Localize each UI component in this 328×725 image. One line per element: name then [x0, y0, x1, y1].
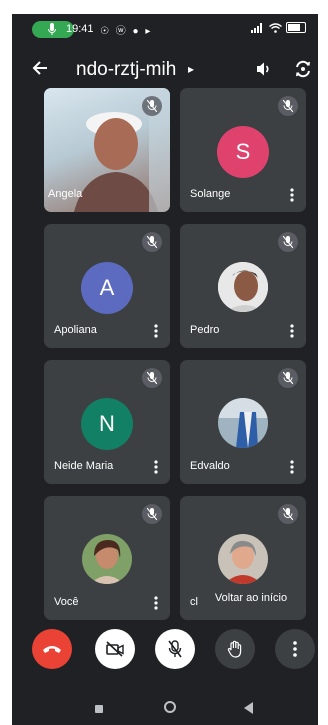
raise-hand-icon — [227, 640, 242, 658]
avatar: N — [81, 398, 133, 450]
mic-off-icon — [283, 508, 293, 520]
muted-badge — [278, 96, 298, 116]
back-triangle-icon[interactable] — [244, 702, 253, 714]
avatar: S — [217, 126, 269, 178]
participant-name: Pedro — [190, 324, 220, 336]
meeting-code[interactable]: ndo-rztj-mih — [76, 59, 176, 81]
more-vert-icon[interactable] — [154, 324, 158, 338]
system-icons — [251, 22, 306, 33]
android-nav-bar — [12, 684, 318, 725]
avatar — [82, 534, 132, 584]
mic-off-icon — [147, 508, 157, 520]
more-vert-icon[interactable] — [154, 460, 158, 474]
participant-tile-pedro[interactable]: Pedro — [180, 224, 306, 348]
muted-badge — [278, 504, 298, 524]
mic-off-icon — [147, 372, 157, 384]
end-call-button[interactable] — [32, 629, 72, 669]
participant-name: Angela — [48, 188, 83, 200]
chevron-right-icon[interactable]: ▸ — [188, 62, 194, 76]
switch-camera-icon[interactable] — [294, 60, 312, 78]
muted-badge — [142, 96, 162, 116]
mic-icon — [48, 23, 56, 35]
participant-name: Apoliana — [54, 324, 97, 336]
meet-screen: 19:41 ☉ ⓦ ● ▸ ndo-rztj-mih ▸ Angela S So… — [12, 14, 318, 725]
muted-badge — [142, 504, 162, 524]
raise-hand-button[interactable] — [215, 629, 255, 669]
participant-tile-angela[interactable]: Angela — [44, 88, 170, 212]
back-to-start-toast[interactable]: Voltar ao início — [202, 586, 300, 610]
recents-icon[interactable] — [95, 705, 103, 713]
participant-tile-edvaldo[interactable]: Edvaldo — [180, 360, 306, 484]
mic-off-icon — [283, 372, 293, 384]
muted-badge — [142, 368, 162, 388]
avatar — [218, 262, 268, 312]
call-controls — [12, 629, 318, 681]
status-time: 19:41 — [66, 23, 94, 35]
battery-icon — [286, 22, 306, 33]
meeting-header: ndo-rztj-mih ▸ — [12, 50, 318, 90]
more-vert-icon[interactable] — [154, 596, 158, 610]
wifi-icon — [269, 22, 282, 33]
more-options-button[interactable] — [275, 629, 315, 669]
muted-badge — [278, 368, 298, 388]
mic-off-icon — [168, 640, 182, 658]
more-vert-icon — [293, 641, 297, 657]
participant-name: Edvaldo — [190, 460, 230, 472]
participant-name: cl — [190, 596, 198, 608]
more-vert-icon[interactable] — [290, 324, 294, 338]
participant-tile-neide-maria[interactable]: N Neide Maria — [44, 360, 170, 484]
notification-icons: ☉ ⓦ ● ▸ — [100, 26, 153, 37]
mic-off-icon — [283, 100, 293, 112]
speaker-icon[interactable] — [256, 61, 272, 77]
mic-off-icon — [283, 236, 293, 248]
participant-name: Solange — [190, 188, 231, 200]
avatar — [218, 534, 268, 584]
camera-toggle-button[interactable] — [95, 629, 135, 669]
profile-photo — [218, 262, 268, 312]
avatar — [218, 398, 268, 448]
avatar: A — [81, 262, 133, 314]
mic-off-icon — [147, 236, 157, 248]
profile-photo — [218, 398, 268, 448]
status-bar: 19:41 ☉ ⓦ ● ▸ — [12, 14, 318, 46]
camera-off-icon — [106, 641, 124, 657]
more-vert-icon[interactable] — [290, 460, 294, 474]
muted-badge — [142, 232, 162, 252]
phone-end-icon — [43, 646, 61, 653]
signal-icon — [251, 22, 262, 33]
participant-tile-self[interactable]: Você — [44, 496, 170, 620]
profile-photo — [218, 534, 268, 584]
participant-tile-solange[interactable]: S Solange — [180, 88, 306, 212]
mic-off-icon — [147, 100, 157, 112]
more-vert-icon[interactable] — [290, 188, 294, 202]
muted-badge — [278, 232, 298, 252]
mic-toggle-button[interactable] — [155, 629, 195, 669]
participant-name: Neide Maria — [54, 460, 114, 472]
home-icon[interactable] — [164, 701, 176, 713]
participant-tile-apoliana[interactable]: A Apoliana — [44, 224, 170, 348]
back-arrow-icon[interactable] — [32, 60, 48, 76]
participant-name: Você — [54, 596, 79, 608]
profile-photo — [82, 534, 132, 584]
